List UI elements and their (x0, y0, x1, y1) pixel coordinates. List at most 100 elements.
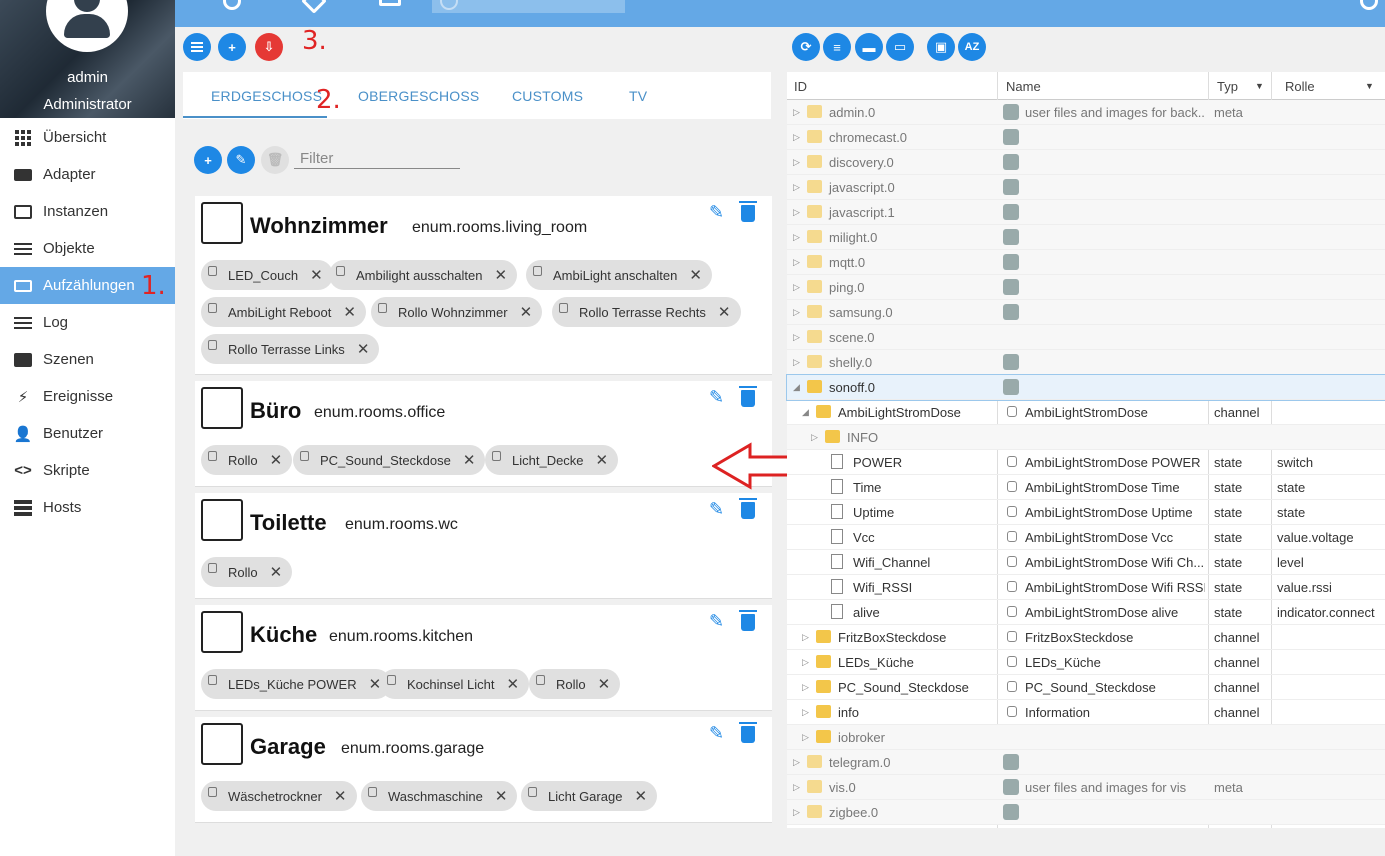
refresh-button[interactable]: ⟳ (792, 33, 820, 61)
expand-icon[interactable]: ▷ (793, 257, 800, 268)
table-row[interactable]: ▷ FritzBoxSteckdose FritzBoxSteckdose chann… (787, 625, 1385, 650)
contacts-button[interactable]: ▣ (927, 33, 955, 61)
sidebar-item-benutzer[interactable]: 👤 Benutzer (0, 415, 175, 452)
member-chip[interactable]: Kochinsel Licht ✕ (380, 669, 530, 699)
delete-button[interactable]: 🗑 (261, 146, 289, 174)
table-row[interactable]: ▷ iobroker (787, 725, 1385, 750)
collapse-icon[interactable]: ◢ (793, 382, 800, 393)
table-row[interactable]: ▷ INFO (787, 425, 1385, 450)
table-row[interactable]: ▷ javascript.0 (787, 175, 1385, 200)
open-folder-button[interactable]: ▭ (886, 33, 914, 61)
expand-icon[interactable]: ▷ (793, 332, 800, 343)
column-id[interactable]: ID (794, 79, 807, 94)
remove-member-icon[interactable]: ✕ (596, 451, 609, 469)
remove-member-icon[interactable]: ✕ (598, 675, 611, 693)
column-type[interactable]: Typ (1217, 79, 1238, 94)
sidebar-item-instanzen[interactable]: Instanzen (0, 193, 175, 230)
remove-member-icon[interactable]: ✕ (495, 787, 508, 805)
table-row[interactable]: ▷ javascript.1 (787, 200, 1385, 225)
delete-room-icon[interactable] (739, 610, 757, 631)
remove-member-icon[interactable]: ✕ (634, 787, 647, 805)
tab-customs[interactable]: CUSTOMS (512, 88, 583, 104)
member-chip[interactable]: LED_Couch ✕ (201, 260, 333, 290)
remove-member-icon[interactable]: ✕ (506, 675, 519, 693)
sidebar-item-aufz-hlungen[interactable]: Aufzählungen 1. (0, 267, 175, 304)
table-row[interactable]: ▷ milight.0 (787, 225, 1385, 250)
expand-icon[interactable]: ▷ (793, 357, 800, 368)
filter-input[interactable]: Filter (300, 150, 333, 167)
role-filter-icon[interactable]: ▼ (1365, 81, 1374, 91)
remove-member-icon[interactable]: ✕ (310, 266, 323, 284)
remove-member-icon[interactable]: ✕ (343, 303, 356, 321)
remove-member-icon[interactable]: ✕ (357, 340, 370, 358)
remove-member-icon[interactable]: ✕ (463, 451, 476, 469)
member-chip[interactable]: Rollo Terrasse Links ✕ (201, 334, 380, 364)
tab-tv[interactable]: TV (629, 88, 647, 104)
sidebar-item-szenen[interactable]: Szenen (0, 341, 175, 378)
table-row[interactable]: ▷ telegram.0 (787, 750, 1385, 775)
table-row[interactable]: alive AmbiLightStromDose alive state indica… (787, 600, 1385, 625)
member-chip[interactable]: Licht_Decke ✕ (485, 445, 619, 475)
folder-button[interactable]: ▬ (855, 33, 883, 61)
member-chip[interactable]: Rollo Wohnzimmer ✕ (371, 297, 543, 327)
expand-icon[interactable]: ▷ (793, 157, 800, 168)
tab-obergeschoss[interactable]: OBERGESCHOSS (358, 88, 479, 104)
delete-room-icon[interactable] (739, 386, 757, 407)
expand-icon[interactable]: ▷ (802, 707, 809, 718)
member-chip[interactable]: AmbiLight Reboot ✕ (201, 297, 366, 327)
sort-az-button[interactable]: AZ (958, 33, 986, 61)
sidebar-item--bersicht[interactable]: Übersicht (0, 119, 175, 156)
delete-room-icon[interactable] (739, 498, 757, 519)
edit-room-icon[interactable]: ✎ (709, 499, 729, 519)
table-row[interactable]: POWER AmbiLightStromDose POWER state switch (787, 450, 1385, 475)
remove-member-icon[interactable]: ✕ (270, 563, 283, 581)
remove-member-icon[interactable]: ✕ (689, 266, 702, 284)
search-field[interactable] (432, 0, 625, 13)
table-row[interactable]: Wifi_Channel AmbiLightStromDose Wifi Ch..… (787, 550, 1385, 575)
remove-member-icon[interactable]: ✕ (334, 787, 347, 805)
tab-erdgeschoss[interactable]: ERDGESCHOSS (211, 88, 322, 104)
sidebar-item-adapter[interactable]: Adapter (0, 156, 175, 193)
window-icon[interactable] (379, 0, 401, 6)
member-chip[interactable]: Rollo ✕ (201, 557, 293, 587)
edit-room-icon[interactable]: ✎ (709, 387, 729, 407)
expand-icon[interactable]: ▷ (811, 432, 818, 443)
expand-icon[interactable]: ▷ (793, 132, 800, 143)
member-chip[interactable]: Rollo ✕ (201, 445, 293, 475)
member-chip[interactable]: Licht Garage ✕ (521, 781, 658, 811)
table-row[interactable]: Uptime AmbiLightStromDose Uptime state stat… (787, 500, 1385, 525)
remove-member-icon[interactable]: ✕ (494, 266, 507, 284)
collapse-icon[interactable]: ◢ (802, 407, 809, 418)
table-row[interactable]: Wifi_RSSI AmbiLightStromDose Wifi RSSI sta… (787, 575, 1385, 600)
expand-icon[interactable]: ▷ (793, 107, 800, 118)
column-name[interactable]: Name (1006, 79, 1041, 94)
remove-member-icon[interactable]: ✕ (270, 451, 283, 469)
expand-icon[interactable]: ▷ (802, 632, 809, 643)
expand-icon[interactable]: ▷ (802, 682, 809, 693)
table-row[interactable]: Vcc AmbiLightStromDose Vcc state value.volt… (787, 525, 1385, 550)
expand-icon[interactable]: ▷ (793, 282, 800, 293)
sidebar-item-log[interactable]: Log (0, 304, 175, 341)
sidebar-item-objekte[interactable]: Objekte (0, 230, 175, 267)
table-row[interactable]: ▷ PC_Sound_Steckdose PC_Sound_Steckdose cha… (787, 675, 1385, 700)
table-row[interactable]: ▷ zigbee.0 (787, 800, 1385, 825)
expand-icon[interactable]: ▷ (793, 807, 800, 818)
type-filter-icon[interactable]: ▼ (1255, 81, 1264, 91)
settings-icon[interactable] (223, 0, 241, 10)
member-chip[interactable]: Rollo Terrasse Rechts ✕ (552, 297, 741, 327)
expand-icon[interactable]: ▷ (793, 307, 800, 318)
remove-member-icon[interactable]: ✕ (718, 303, 731, 321)
expand-icon[interactable]: ▷ (793, 207, 800, 218)
add-member-button[interactable]: + (194, 146, 222, 174)
table-row[interactable]: ◢ AmbiLightStromDose AmbiLightStromDose cha… (787, 400, 1385, 425)
tools-icon[interactable] (301, 0, 327, 14)
table-row[interactable]: ▷ samsung.0 (787, 300, 1385, 325)
edit-room-icon[interactable]: ✎ (709, 202, 729, 222)
member-chip[interactable]: Rollo ✕ (529, 669, 621, 699)
expand-icon[interactable]: ▷ (793, 782, 800, 793)
table-row[interactable]: ▷ info Information channel (787, 700, 1385, 725)
edit-button[interactable]: ✎ (227, 146, 255, 174)
expand-icon[interactable]: ▷ (802, 657, 809, 668)
table-row[interactable]: ▷ vis.0 user files and images for vis meta (787, 775, 1385, 800)
table-row[interactable]: Time AmbiLightStromDose Time state state (787, 475, 1385, 500)
